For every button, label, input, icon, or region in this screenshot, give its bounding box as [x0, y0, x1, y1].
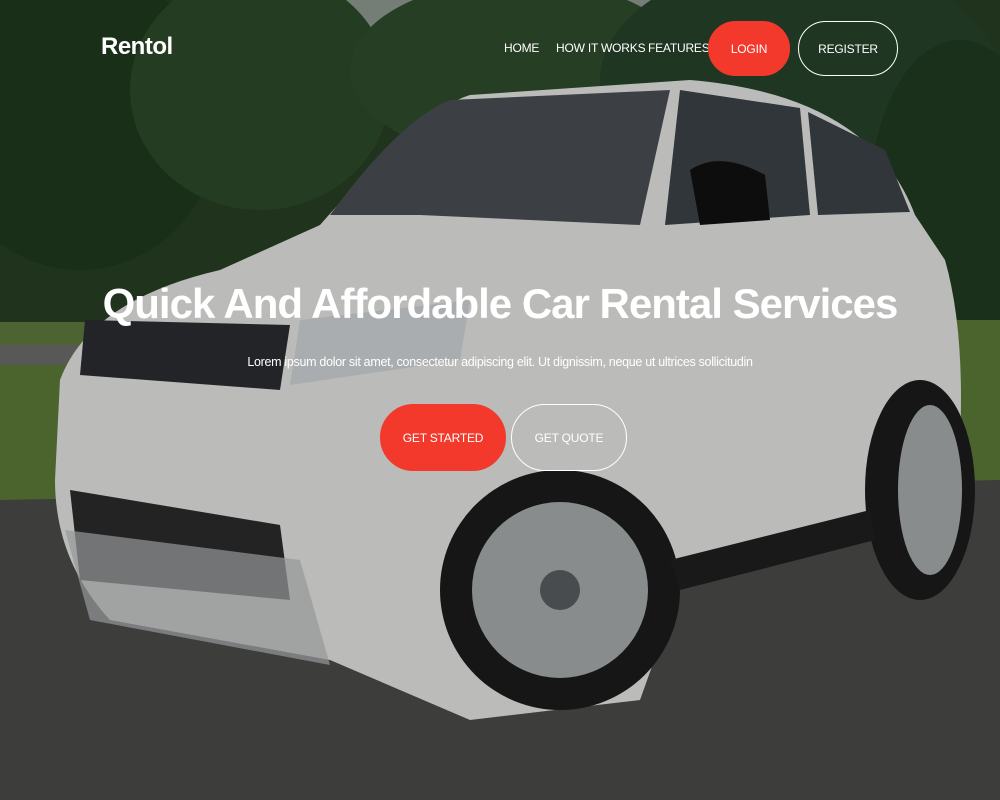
get-quote-button[interactable]: GET QUOTE	[511, 404, 627, 471]
hero-subtitle: Lorem ipsum dolor sit amet, consectetur …	[247, 355, 753, 369]
get-quote-button-label: GET QUOTE	[534, 430, 604, 445]
login-button-label: LOGIN	[730, 41, 768, 56]
get-started-button-label: GET STARTED	[402, 430, 484, 445]
register-button[interactable]: REGISTER	[798, 21, 898, 76]
nav-link-features[interactable]: FEATURES	[648, 41, 710, 55]
nav-link-how-it-works[interactable]: HOW IT WORKS	[556, 41, 646, 55]
hero-section: Rentol HOME HOW IT WORKS FEATURES LOGIN …	[0, 0, 1000, 800]
login-button[interactable]: LOGIN	[708, 21, 790, 76]
hero-overlay	[0, 0, 1000, 800]
register-button-label: REGISTER	[818, 41, 878, 56]
brand-logo[interactable]: Rentol	[101, 33, 173, 61]
hero-title: Quick And Affordable Car Rental Services	[102, 280, 899, 327]
get-started-button[interactable]: GET STARTED	[380, 404, 506, 471]
navbar: Rentol HOME HOW IT WORKS FEATURES LOGIN …	[0, 0, 1000, 96]
nav-link-home[interactable]: HOME	[504, 41, 539, 55]
